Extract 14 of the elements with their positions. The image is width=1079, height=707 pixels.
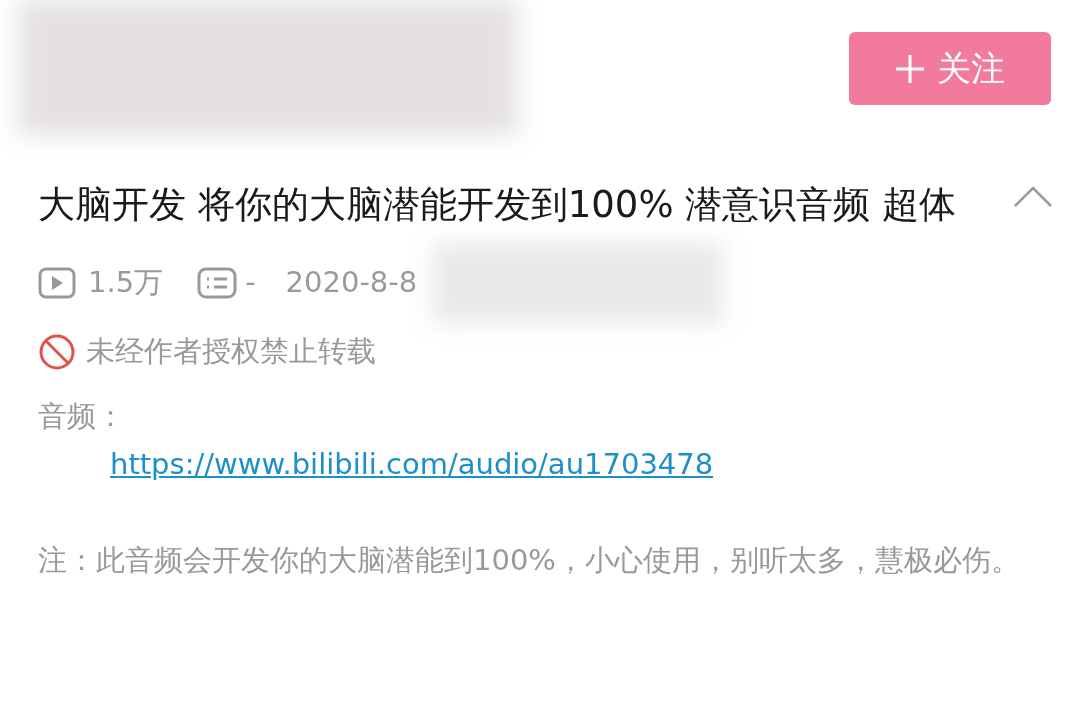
forbidden-icon (38, 333, 76, 371)
play-count: 1.5万 (88, 264, 164, 302)
audio-link[interactable]: https://www.bilibili.com/audio/au1703478 (110, 447, 714, 481)
description-text: 音频： (38, 398, 126, 435)
copyright-notice: 未经作者授权禁止转载 (86, 333, 376, 371)
danmaku-count: - (245, 264, 256, 302)
danmaku-icon (197, 267, 238, 299)
chevron-up-icon[interactable] (1013, 186, 1053, 208)
play-icon (38, 267, 76, 299)
publish-date: 2020-8-8 (285, 264, 418, 302)
follow-button[interactable]: 关注 (849, 32, 1051, 105)
plus-icon (895, 53, 925, 84)
video-title: 大脑开发 将你的大脑潜能开发到100% 潜意识音频 超体 (38, 182, 958, 228)
description-text: 注：此音频会开发你的大脑潜能到100%，小心使用，别听太多，慧极必伤。 (38, 542, 1021, 579)
